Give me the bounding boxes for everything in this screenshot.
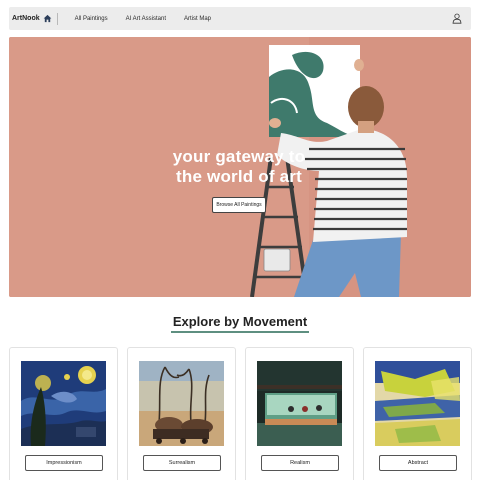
movement-card-impressionism[interactable]: Impressionism: [9, 347, 118, 480]
nav-link-ai-art-assistant[interactable]: AI Art Assistant: [126, 16, 166, 22]
brand-divider: [56, 12, 58, 25]
impressionism-button[interactable]: Impressionism: [25, 455, 103, 471]
section-title-underline: [171, 331, 309, 333]
nav-link-all-paintings[interactable]: All Paintings: [75, 16, 108, 22]
brand-logo[interactable]: ArtNook: [12, 14, 52, 23]
movement-card-surrealism[interactable]: Surrealism: [127, 347, 236, 480]
hero-title-line2: the world of art: [176, 167, 302, 186]
brand-name[interactable]: ArtNook: [12, 15, 40, 22]
realism-button[interactable]: Realism: [261, 455, 339, 471]
movement-card-abstract[interactable]: Abstract: [363, 347, 472, 480]
section-title: Explore by Movement: [172, 314, 308, 329]
abstract-button[interactable]: Abstract: [379, 455, 457, 471]
hero-title: your gateway to the world of art: [139, 147, 339, 187]
nav-links: All Paintings AI Art Assistant Artist Ma…: [75, 16, 229, 22]
hero-banner: your gateway to the world of art Browse …: [9, 37, 471, 297]
user-icon[interactable]: [452, 13, 462, 24]
surrealism-painting-thumbnail[interactable]: [139, 361, 224, 446]
hero-title-line1: your gateway to: [172, 147, 306, 166]
movement-cards: Impressionism Surrealism Realism Abstrac…: [9, 347, 472, 480]
browse-all-paintings-button[interactable]: Browse All Paintings: [212, 197, 266, 213]
nav-link-artist-map[interactable]: Artist Map: [184, 16, 211, 22]
impressionism-painting-thumbnail[interactable]: [21, 361, 106, 446]
surrealism-button[interactable]: Surrealism: [143, 455, 221, 471]
top-navbar: ArtNook All Paintings AI Art Assistant A…: [9, 7, 471, 30]
realism-painting-thumbnail[interactable]: [257, 361, 342, 446]
abstract-painting-thumbnail[interactable]: [375, 361, 460, 446]
movement-card-realism[interactable]: Realism: [245, 347, 354, 480]
home-icon[interactable]: [43, 14, 52, 23]
